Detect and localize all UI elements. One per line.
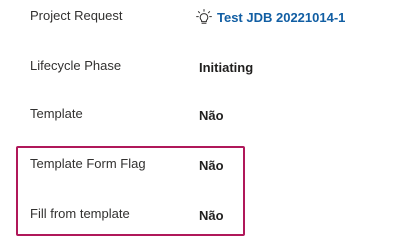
fill-from-template-label: Fill from template: [30, 206, 130, 221]
project-request-value[interactable]: Test JDB 20221014-1: [217, 10, 345, 25]
lifecycle-phase-label: Lifecycle Phase: [30, 58, 122, 73]
lifecycle-phase-value: Initiating: [199, 60, 254, 75]
template-form-flag-label: Template Form Flag: [30, 156, 146, 171]
template-label: Template: [30, 106, 83, 121]
project-request-link[interactable]: Test JDB 20221014-1: [196, 8, 345, 26]
template-value: Não: [199, 108, 224, 123]
fill-from-template-value: Não: [199, 208, 224, 223]
template-form-flag-value: Não: [199, 158, 224, 173]
project-request-label: Project Request: [30, 8, 123, 23]
lightbulb-icon: [196, 9, 212, 25]
